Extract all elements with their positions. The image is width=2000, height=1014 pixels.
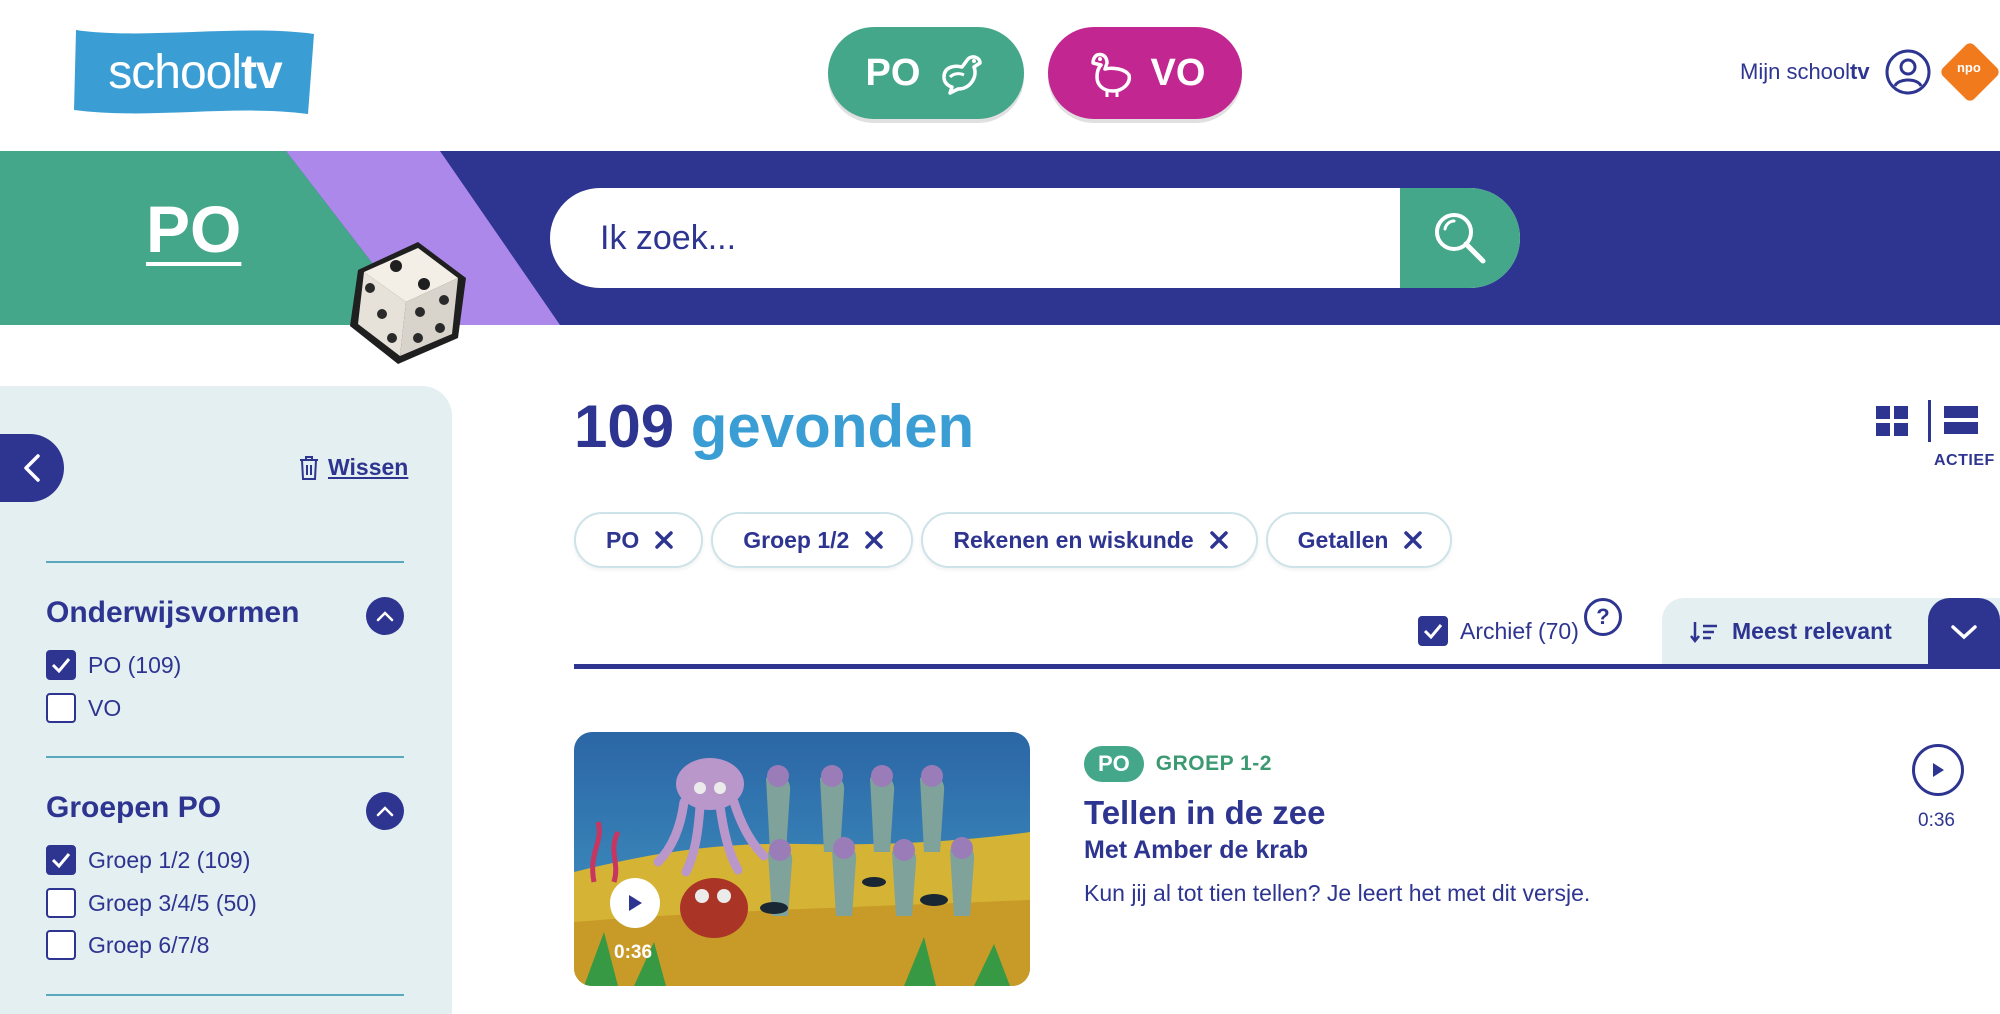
archive-checkbox[interactable] — [1418, 616, 1448, 646]
filter-option-groep-3-4-5[interactable]: Groep 3/4/5 (50) — [46, 888, 257, 918]
checkbox[interactable] — [46, 693, 76, 723]
result-meta: PO GROEP 1-2 — [1084, 746, 1272, 782]
level-po-label: PO — [865, 51, 921, 94]
video-thumbnail[interactable]: 0:36 — [574, 732, 1030, 986]
section-divider — [46, 756, 404, 758]
checkbox[interactable] — [46, 888, 76, 918]
sort-dropdown[interactable]: Meest relevant — [1662, 598, 2000, 666]
results-count-word: gevonden — [690, 393, 975, 460]
sort-icon — [1690, 622, 1717, 644]
search-input[interactable] — [550, 188, 1400, 288]
chevron-up-icon — [376, 611, 394, 622]
search-icon — [1435, 213, 1486, 264]
search-bar — [550, 188, 1520, 288]
filter-chip-label: Groep 1/2 — [743, 526, 850, 553]
logo-text: school tv — [108, 45, 282, 99]
filter-option-label: Groep 1/2 (109) — [88, 846, 251, 873]
archive-help-button[interactable]: ? — [1584, 598, 1622, 636]
duck-icon — [1090, 52, 1131, 97]
view-separator — [1928, 400, 1931, 442]
close-icon[interactable] — [865, 531, 884, 549]
result-subtitle: Met Amber de krab — [1084, 836, 1309, 864]
filter-option-label: Groep 3/4/5 (50) — [88, 889, 257, 916]
result-duration: 0:36 — [1918, 810, 1955, 831]
close-icon[interactable] — [1404, 531, 1423, 549]
results-divider — [574, 664, 2000, 669]
sort-selected-value: Meest relevant — [1732, 618, 1892, 644]
collapse-sidebar-button[interactable] — [0, 434, 64, 502]
filter-option-label: PO (109) — [88, 651, 182, 678]
filter-chip-getallen[interactable]: Getallen — [1265, 512, 1453, 568]
results-count-heading: 109 gevonden — [574, 392, 974, 461]
chevron-down-icon — [1951, 625, 1977, 640]
close-icon[interactable] — [655, 531, 673, 549]
filter-option-vo[interactable]: VO — [46, 693, 121, 723]
filter-sidebar: Wissen Onderwijsvormen PO (109) VO Groep… — [0, 386, 452, 1014]
active-view-label: ACTIEF — [1934, 452, 1995, 469]
checkbox[interactable] — [46, 930, 76, 960]
checkbox-checked[interactable] — [46, 650, 76, 680]
clear-filters-button[interactable]: Wissen — [298, 454, 408, 481]
result-play-button[interactable] — [1912, 744, 1964, 796]
thumbnail-duration: 0:36 — [614, 942, 653, 963]
user-icon — [1885, 49, 1931, 95]
my-account-link[interactable]: Mijn schooltv — [1740, 48, 1932, 96]
active-filters: PO Groep 1/2 Rekenen en wiskunde Getalle… — [574, 512, 1453, 568]
banner-decoration — [0, 151, 560, 325]
bird-icon — [942, 55, 983, 95]
filter-option-po[interactable]: PO (109) — [46, 650, 181, 680]
close-icon[interactable] — [1209, 531, 1228, 549]
filter-option-label: VO — [88, 694, 122, 721]
schooltv-logo[interactable]: school tv — [72, 26, 318, 118]
list-view-icon[interactable] — [1944, 404, 1978, 436]
section-divider — [46, 561, 404, 563]
grid-view-icon[interactable] — [1876, 406, 1908, 436]
search-button[interactable] — [1400, 188, 1520, 288]
collapse-section-button[interactable] — [366, 792, 404, 830]
banner-title: PO — [146, 192, 242, 266]
check-icon — [51, 853, 71, 868]
filter-option-label: Groep 6/7/8 — [88, 931, 210, 958]
filter-chip-label: Getallen — [1297, 526, 1389, 553]
npo-logo-text: npo — [1956, 59, 1981, 75]
filter-option-groep-6-7-8[interactable]: Groep 6/7/8 — [46, 930, 209, 960]
filter-chip-rekenen-en-wiskunde[interactable]: Rekenen en wiskunde — [921, 512, 1258, 568]
trash-icon — [300, 455, 318, 480]
section-divider — [46, 994, 404, 996]
section-title-onderwijsvormen: Onderwijsvormen — [46, 596, 300, 629]
archive-toggle[interactable]: Archief (70) — [1418, 616, 1579, 646]
view-switcher: ACTIEF — [1876, 400, 2000, 474]
account-label: Mijn schooltv — [1740, 59, 1870, 84]
filter-chip-label: Rekenen en wiskunde — [953, 526, 1194, 553]
results-count: 109 — [574, 393, 675, 460]
chevron-left-icon — [24, 454, 40, 482]
play-icon — [629, 895, 642, 911]
level-vo-label: VO — [1150, 51, 1206, 94]
archive-label: Archief (70) — [1460, 617, 1579, 644]
level-po-button[interactable]: PO — [828, 27, 1024, 119]
checkbox-checked[interactable] — [46, 845, 76, 875]
filter-chip-label: PO — [606, 526, 640, 553]
filter-chip-po[interactable]: PO — [574, 512, 704, 568]
top-bar: school tv PO VO Mijn schooltv npo — [0, 0, 2000, 151]
collapse-section-button[interactable] — [366, 597, 404, 635]
check-icon — [51, 658, 71, 673]
play-icon — [1933, 763, 1944, 777]
section-title-groepen-po: Groepen PO — [46, 791, 222, 824]
check-icon — [1423, 624, 1443, 639]
sort-dropdown-toggle[interactable] — [1928, 598, 2000, 666]
dice-illustration — [350, 242, 466, 364]
result-title[interactable]: Tellen in de zee — [1084, 794, 1325, 832]
clear-filters-label: Wissen — [328, 454, 409, 480]
filter-option-groep-1-2[interactable]: Groep 1/2 (109) — [46, 845, 250, 875]
filter-chip-groep-1-2[interactable]: Groep 1/2 — [711, 512, 914, 568]
chevron-up-icon — [376, 806, 394, 817]
thumbnail-play-button[interactable] — [610, 878, 660, 928]
level-badge: PO — [1084, 746, 1144, 782]
npo-logo[interactable]: npo — [1938, 40, 2000, 104]
level-vo-button[interactable]: VO — [1048, 27, 1242, 119]
result-description: Kun jij al tot tien tellen? Je leert het… — [1084, 880, 1591, 906]
group-label: GROEP 1-2 — [1155, 752, 1272, 775]
